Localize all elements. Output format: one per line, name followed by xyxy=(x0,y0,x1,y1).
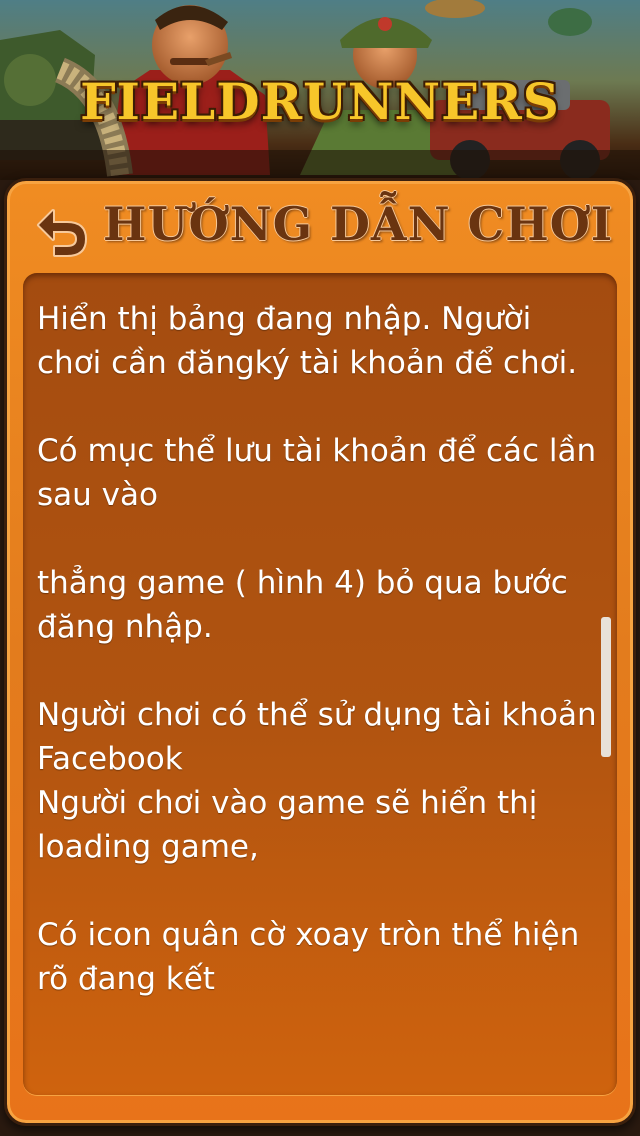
back-arrow-icon xyxy=(37,209,87,257)
instruction-paragraph: Hiển thị bảng đang nhập. Người chơi cần … xyxy=(37,301,578,381)
instruction-paragraph: thẳng game ( hình 4) bỏ qua bước đăng nh… xyxy=(37,565,568,645)
panel-header: HƯỚNG DẪN CHƠI xyxy=(7,181,633,273)
game-logo: FIELDRUNNERS xyxy=(80,72,560,131)
instruction-paragraph: Có icon quân cờ xoay tròn thể hiện rõ đa… xyxy=(37,917,580,997)
instruction-paragraph: Người chơi có thể sử dụng tài khoản Face… xyxy=(37,697,597,777)
page-title: HƯỚNG DẪN CHƠI xyxy=(103,197,614,251)
instruction-paragraph: Có mục thể lưu tài khoản để các lần sau … xyxy=(37,433,597,513)
game-banner: FIELDRUNNERS xyxy=(0,0,640,180)
instruction-paragraph: Người chơi vào game sẽ hiển thị loading … xyxy=(37,785,538,865)
back-button[interactable] xyxy=(31,199,93,261)
instructions-panel: HƯỚNG DẪN CHƠI Hiển thị bảng đang nhập. … xyxy=(4,178,636,1126)
scrollbar[interactable] xyxy=(601,617,611,757)
game-screen: FIELDRUNNERS HƯỚNG DẪN CHƠI Hiển thị bản… xyxy=(0,0,640,1136)
instructions-text: Hiển thị bảng đang nhập. Người chơi cần … xyxy=(37,297,597,1045)
instructions-scroll-area[interactable]: Hiển thị bảng đang nhập. Người chơi cần … xyxy=(23,273,617,1095)
